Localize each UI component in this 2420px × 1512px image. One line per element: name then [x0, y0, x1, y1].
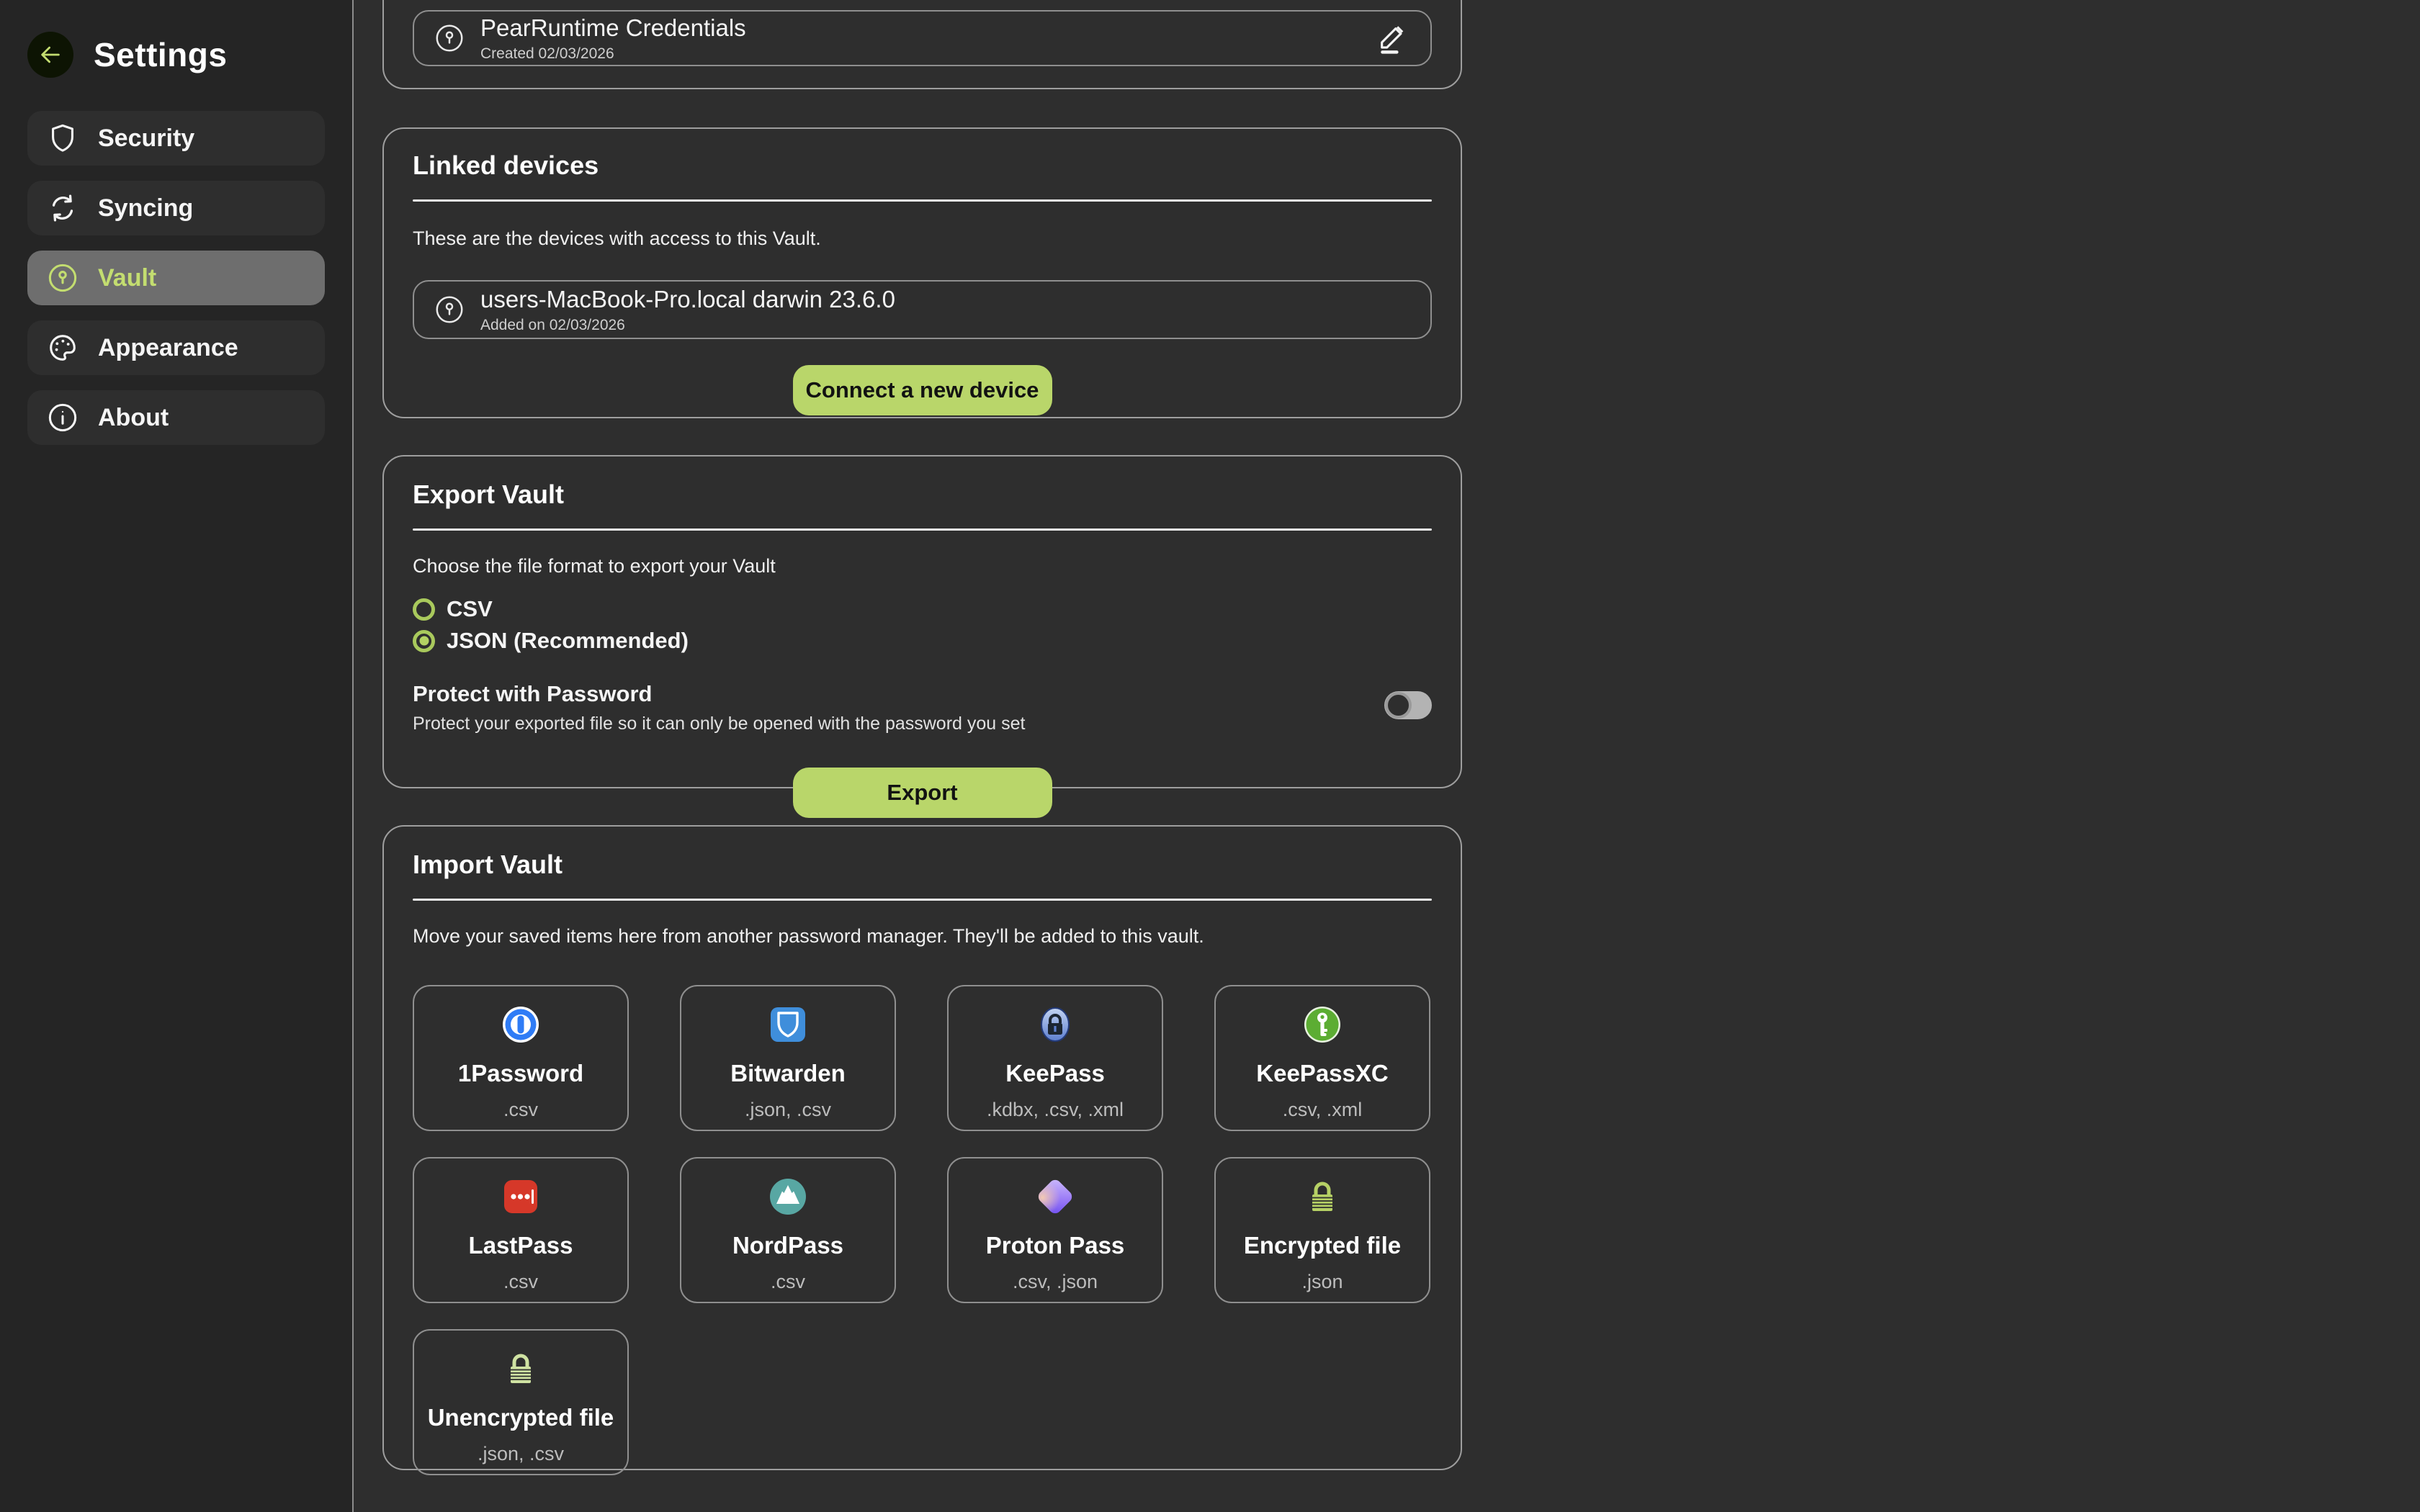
import-tile-bitwarden[interactable]: Bitwarden .json, .csv: [680, 985, 896, 1131]
import-source-name: NordPass: [732, 1232, 843, 1259]
radio-json-label: JSON (Recommended): [447, 628, 689, 654]
divider: [413, 899, 1432, 901]
radio-csv-label: CSV: [447, 596, 493, 622]
import-tile-nordpass[interactable]: NordPass .csv: [680, 1157, 896, 1303]
import-source-formats: .json, .csv: [478, 1443, 564, 1465]
sidebar-item-appearance[interactable]: Appearance: [27, 320, 325, 375]
import-tile-unencrypted-file[interactable]: Unencrypted file .json, .csv: [413, 1329, 629, 1475]
bitwarden-icon: [769, 1005, 807, 1044]
keepassxc-icon: [1304, 1005, 1341, 1044]
import-source-formats: .csv: [771, 1271, 805, 1293]
import-vault-card: Import Vault Move your saved items here …: [382, 825, 1462, 1470]
key-circle-icon: [433, 293, 466, 326]
device-added-date: Added on 02/03/2026: [480, 317, 895, 334]
divider: [413, 199, 1432, 202]
export-vault-card: Export Vault Choose the file format to e…: [382, 455, 1462, 788]
info-icon: [46, 401, 79, 434]
sidebar-item-label: Vault: [98, 264, 156, 292]
nordpass-icon: [769, 1177, 807, 1216]
import-source-formats: .csv: [503, 1099, 538, 1121]
divider: [413, 528, 1432, 531]
import-tile-keepass[interactable]: KeePass .kdbx, .csv, .xml: [947, 985, 1163, 1131]
device-name: users-MacBook-Pro.local darwin 23.6.0: [480, 286, 895, 313]
credential-text: PearRuntime Credentials Created 02/03/20…: [480, 14, 746, 63]
import-source-formats: .csv, .xml: [1283, 1099, 1363, 1121]
import-tile-encrypted-file[interactable]: Encrypted file .json: [1214, 1157, 1430, 1303]
device-item[interactable]: users-MacBook-Pro.local darwin 23.6.0 Ad…: [413, 280, 1432, 339]
import-vault-description: Move your saved items here from another …: [413, 925, 1432, 948]
vault-settings-content: PearRuntime Credentials Created 02/03/20…: [355, 0, 2420, 1512]
linked-devices-card: Linked devices These are the devices wit…: [382, 127, 1462, 418]
palette-icon: [46, 331, 79, 364]
import-source-formats: .json, .csv: [745, 1099, 831, 1121]
back-button[interactable]: [27, 32, 73, 78]
import-source-formats: .csv, .json: [1013, 1271, 1098, 1293]
credentials-card: PearRuntime Credentials Created 02/03/20…: [382, 0, 1462, 89]
radio-option-json[interactable]: JSON (Recommended): [413, 625, 1432, 657]
settings-sidebar: Settings Security Syncing Vault Appearan…: [0, 0, 354, 1512]
import-source-name: Bitwarden: [730, 1060, 846, 1087]
sidebar-item-label: Syncing: [98, 194, 193, 222]
unencrypted-file-icon: [502, 1349, 539, 1388]
device-text: users-MacBook-Pro.local darwin 23.6.0 Ad…: [480, 286, 895, 334]
protect-password-toggle[interactable]: [1384, 691, 1432, 719]
page-title: Settings: [94, 35, 227, 74]
back-arrow-icon: [38, 42, 63, 67]
import-tile-lastpass[interactable]: LastPass .csv: [413, 1157, 629, 1303]
export-vault-title: Export Vault: [413, 480, 1432, 510]
shield-icon: [46, 122, 79, 155]
sidebar-item-label: Security: [98, 125, 194, 153]
import-source-name: Encrypted file: [1244, 1232, 1401, 1259]
encrypted-file-icon: [1304, 1177, 1341, 1216]
import-source-name: KeePass: [1005, 1060, 1105, 1087]
key-icon: [46, 261, 79, 294]
protect-title: Protect with Password: [413, 681, 1026, 707]
linked-devices-title: Linked devices: [413, 150, 1432, 181]
import-source-formats: .csv: [503, 1271, 538, 1293]
linked-devices-description: These are the devices with access to thi…: [413, 228, 1432, 250]
credential-item[interactable]: PearRuntime Credentials Created 02/03/20…: [413, 10, 1432, 66]
sidebar-item-about[interactable]: About: [27, 390, 325, 445]
sidebar-item-label: Appearance: [98, 334, 238, 362]
connect-new-device-button[interactable]: Connect a new device: [793, 365, 1052, 415]
import-source-formats: .kdbx, .csv, .xml: [987, 1099, 1124, 1121]
import-tile-protonpass[interactable]: Proton Pass .csv, .json: [947, 1157, 1163, 1303]
sidebar-item-label: About: [98, 404, 169, 432]
radio-json[interactable]: [413, 630, 435, 652]
import-sources-grid: 1Password .csv Bitwarden .json, .csv Kee…: [413, 985, 1432, 1475]
import-source-name: 1Password: [458, 1060, 583, 1087]
lastpass-icon: [502, 1177, 539, 1216]
protonpass-icon: [1041, 1177, 1069, 1216]
import-source-name: Unencrypted file: [428, 1404, 614, 1431]
import-source-name: LastPass: [469, 1232, 573, 1259]
edit-pencil-icon[interactable]: [1371, 18, 1412, 58]
keepass-icon: [1036, 1005, 1074, 1044]
sidebar-nav: Security Syncing Vault Appearance About: [27, 111, 325, 445]
import-source-name: KeePassXC: [1256, 1060, 1388, 1087]
radio-csv[interactable]: [413, 598, 435, 621]
import-tile-keepassxc[interactable]: KeePassXC .csv, .xml: [1214, 985, 1430, 1131]
onepassword-icon: [502, 1005, 539, 1044]
credential-title: PearRuntime Credentials: [480, 14, 746, 42]
credential-created-date: Created 02/03/2026: [480, 45, 746, 63]
radio-option-csv[interactable]: CSV: [413, 593, 1432, 625]
export-format-description: Choose the file format to export your Va…: [413, 555, 1432, 577]
sidebar-header: Settings: [0, 0, 352, 78]
protect-text: Protect with Password Protect your expor…: [413, 681, 1026, 734]
export-button[interactable]: Export: [793, 768, 1052, 818]
sync-icon: [46, 192, 79, 225]
sidebar-item-syncing[interactable]: Syncing: [27, 181, 325, 235]
sidebar-item-vault[interactable]: Vault: [27, 251, 325, 305]
import-tile-1password[interactable]: 1Password .csv: [413, 985, 629, 1131]
import-source-name: Proton Pass: [986, 1232, 1125, 1259]
import-vault-title: Import Vault: [413, 850, 1432, 880]
protect-with-password-row: Protect with Password Protect your expor…: [413, 681, 1432, 734]
key-circle-icon: [433, 22, 466, 55]
protect-description: Protect your exported file so it can onl…: [413, 714, 1026, 734]
import-source-formats: .json: [1301, 1271, 1343, 1293]
sidebar-item-security[interactable]: Security: [27, 111, 325, 166]
toggle-knob: [1385, 692, 1412, 719]
